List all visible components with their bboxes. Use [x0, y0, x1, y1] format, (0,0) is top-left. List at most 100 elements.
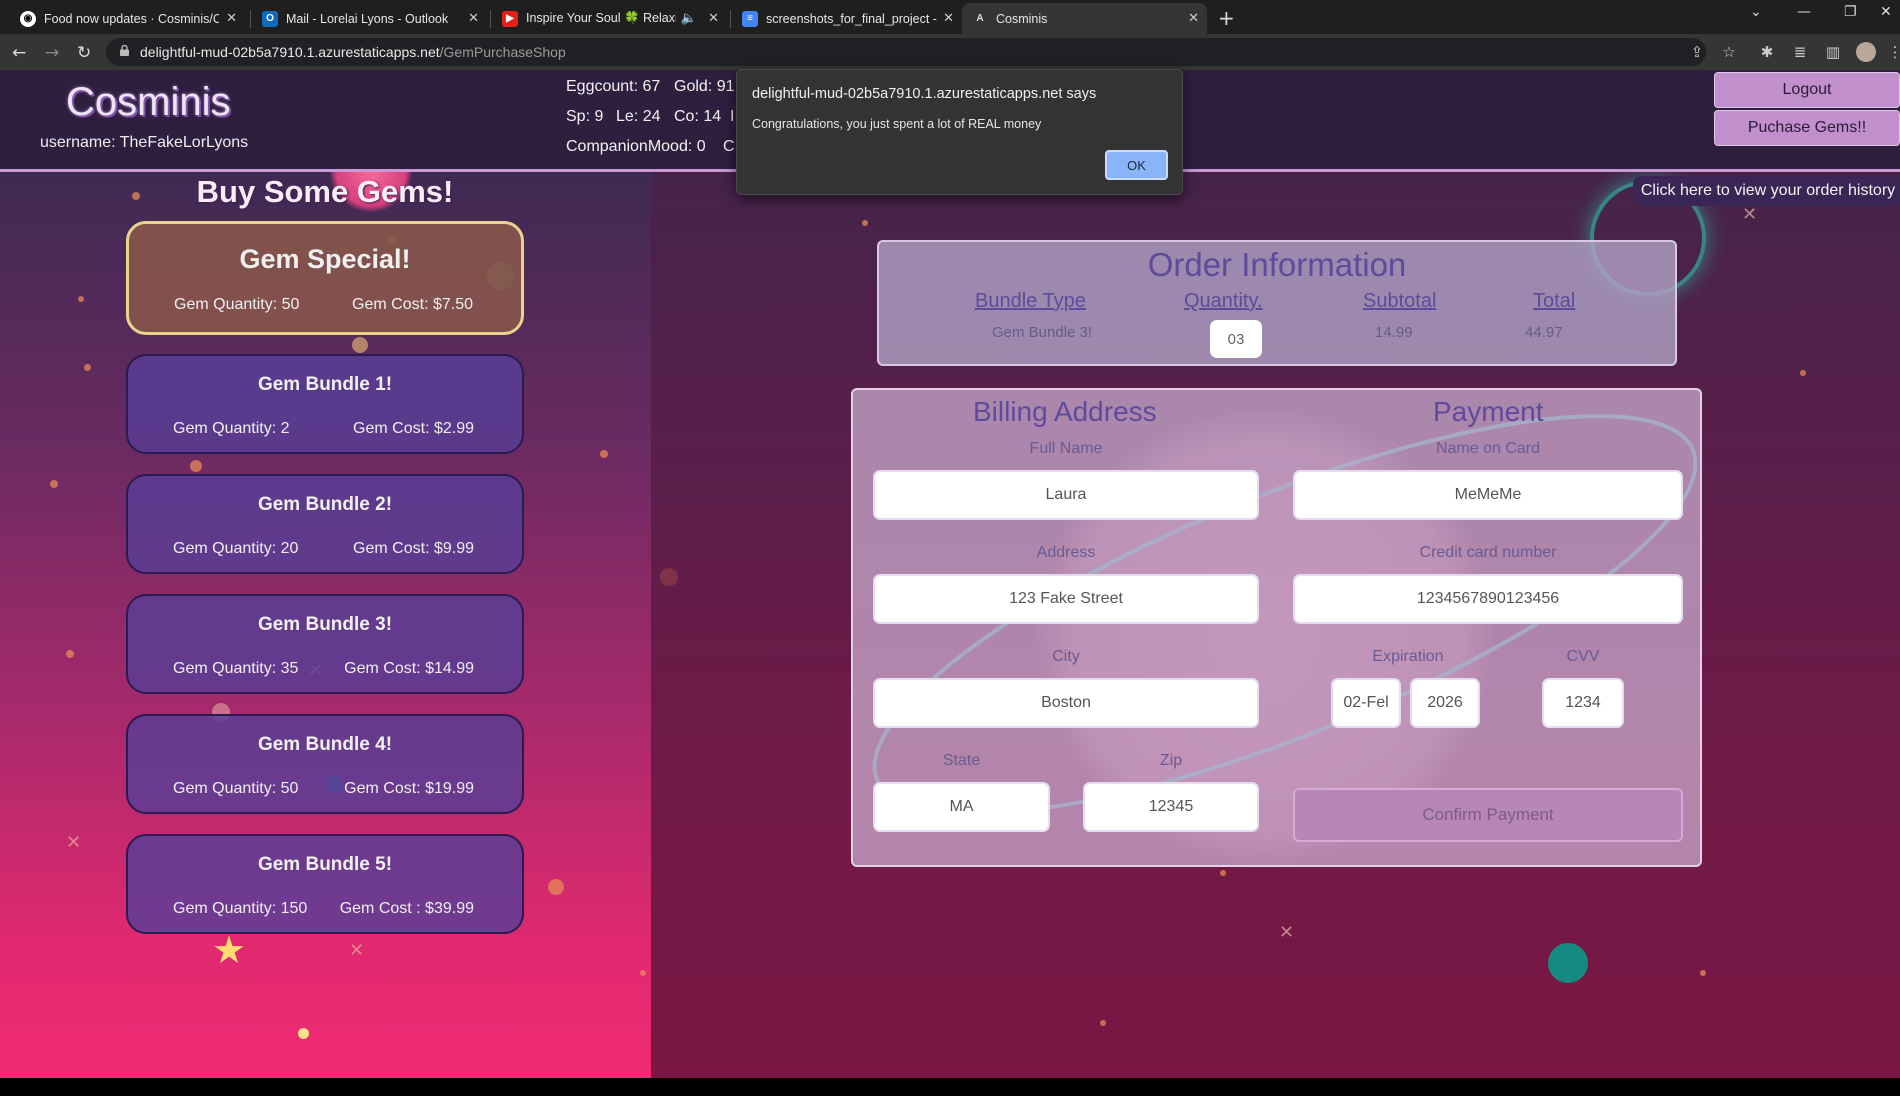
tab-label: screenshots_for_final_project - G [766, 11, 938, 26]
gem-bundle-card[interactable]: Gem Bundle 4! Gem Quantity: 50 Gem Cost:… [126, 714, 524, 814]
billing-title: Billing Address [973, 396, 1157, 427]
close-icon[interactable]: ✕ [708, 10, 719, 26]
dialog-message: Congratulations, you just spent a lot of… [752, 117, 1042, 131]
full-name-input[interactable]: Laura [873, 470, 1259, 520]
tab-label: Cosminis [996, 11, 1048, 26]
confirm-payment-button[interactable]: Confirm Payment [1293, 788, 1683, 842]
media-icon[interactable]: ≣ [1791, 43, 1809, 61]
quantity-header: Quantity. [1184, 290, 1263, 312]
restore-icon[interactable]: ❐ [1844, 4, 1857, 20]
close-icon[interactable]: ✕ [943, 10, 954, 26]
gem-card-name: Gem Bundle 4! [257, 734, 393, 755]
gold-stat: Gold: 91 [674, 78, 735, 95]
gem-card-name: Gem Special! [239, 244, 411, 274]
username-label: username: TheFakeLorLyons [40, 134, 249, 151]
forward-icon[interactable]: → [45, 43, 59, 63]
side-panel-icon[interactable]: ▥ [1824, 43, 1842, 61]
card-number-input[interactable]: 1234567890123456 [1293, 574, 1683, 624]
cvv-input[interactable]: 1234 [1542, 678, 1624, 728]
bookmark-star-icon[interactable]: ☆ [1720, 43, 1738, 61]
billing-payment-form: Billing Address Payment Full Name Laura … [851, 388, 1702, 867]
lock-icon[interactable] [120, 45, 129, 56]
name-on-card-input[interactable]: MeMeMe [1293, 470, 1683, 520]
gem-card-cost: Gem Cost: $2.99 [353, 420, 474, 437]
bundle-type-header: Bundle Type [975, 290, 1086, 312]
app-icon: A [976, 13, 984, 24]
expiration-year-input[interactable]: 2026 [1410, 678, 1480, 728]
total-header: Total [1533, 290, 1576, 312]
order-information-panel: Order Information Bundle Type Quantity. … [877, 240, 1677, 366]
co-stat: Co: 14 [674, 108, 722, 125]
cvv-label: CVV [1566, 648, 1600, 665]
minimize-icon[interactable]: — [1797, 4, 1811, 20]
speaker-icon[interactable]: 🔈 [681, 10, 697, 26]
logout-button[interactable]: Logout [1714, 72, 1900, 108]
tab-search-icon[interactable]: ⌄ [1750, 4, 1762, 20]
expiration-label: Expiration [1372, 648, 1444, 665]
gem-card-quantity: Gem Quantity: 2 [173, 420, 290, 437]
city-label: City [1052, 648, 1080, 665]
url-text[interactable]: delightful-mud-02b5a7910.1.azurestaticap… [140, 44, 566, 60]
menu-icon[interactable]: ⋮ [1886, 43, 1900, 61]
gem-card-name: Gem Bundle 2! [257, 494, 393, 515]
gem-bundle-card[interactable]: Gem Bundle 1! Gem Quantity: 2 Gem Cost: … [126, 354, 524, 454]
address-bar: ← → ↻ delightful-mud-02b5a7910.1.azurest… [0, 34, 1900, 70]
name-on-card-label: Name on Card [1435, 440, 1541, 457]
alert-dialog: delightful-mud-02b5a7910.1.azurestaticap… [736, 69, 1183, 195]
gem-bundle-card[interactable]: Gem Bundle 2! Gem Quantity: 20 Gem Cost:… [126, 474, 524, 574]
purchase-gems-button[interactable]: Puchase Gems!! [1714, 110, 1900, 146]
le-stat: Le: 24 [616, 108, 661, 125]
gem-card-cost: Gem Cost: $9.99 [353, 540, 474, 557]
share-icon[interactable]: ⇪ [1688, 43, 1706, 61]
gem-special-card[interactable]: Gem Special! Gem Quantity: 50 Gem Cost: … [126, 221, 524, 335]
gem-bundle-card[interactable]: Gem Bundle 5! Gem Quantity: 150 Gem Cost… [126, 834, 524, 934]
tab-label: Food now updates · Cosminis/Co [44, 11, 219, 26]
new-tab-icon[interactable]: + [1218, 6, 1235, 30]
profile-avatar[interactable] [1856, 42, 1876, 62]
gem-bundle-card[interactable]: Gem Bundle 3! Gem Quantity: 35 Gem Cost:… [126, 594, 524, 694]
browser-tab[interactable]: ▶ Inspire Your Soul 🍀 Relaxin 🔈 ✕ [492, 3, 727, 34]
back-icon[interactable]: ← [12, 43, 26, 63]
payment-title: Payment [1433, 396, 1544, 427]
subtotal-value: 14.99 [1375, 324, 1413, 341]
site-logo[interactable]: Cosminis [66, 80, 230, 125]
extensions-icon[interactable]: ✱ [1758, 43, 1776, 61]
close-icon[interactable]: ✕ [1188, 10, 1199, 26]
gem-card-name: Gem Bundle 1! [257, 374, 393, 395]
window-close-icon[interactable]: ✕ [1880, 4, 1892, 20]
quantity-input[interactable]: 03 [1210, 320, 1262, 358]
expiration-month-input[interactable]: 02-Fel [1331, 678, 1401, 728]
reload-icon[interactable]: ↻ [77, 43, 91, 63]
companion-mood-stat: CompanionMood: 0 [566, 138, 706, 155]
close-icon[interactable]: ✕ [226, 10, 237, 26]
state-input[interactable]: MA [873, 782, 1050, 832]
browser-tab[interactable]: ≡ screenshots_for_final_project - G ✕ [732, 3, 962, 34]
address-input[interactable]: 123 Fake Street [873, 574, 1259, 624]
zip-input[interactable]: 12345 [1083, 782, 1259, 832]
order-title: Order Information [1147, 246, 1407, 283]
bundle-type-value: Gem Bundle 3! [992, 324, 1093, 341]
gem-card-name: Gem Bundle 5! [257, 854, 393, 875]
dialog-ok-button[interactable]: OK [1105, 150, 1168, 180]
card-number-label: Credit card number [1419, 544, 1557, 561]
stat-truncated: C [723, 138, 735, 155]
star-shape-icon: ★ [212, 928, 247, 972]
gem-card-quantity: Gem Quantity: 20 [173, 540, 299, 557]
dialog-title: delightful-mud-02b5a7910.1.azurestaticap… [752, 86, 1097, 102]
close-icon[interactable]: ✕ [468, 10, 479, 26]
browser-tab-bar: ◉ Food now updates · Cosminis/Co ✕ O Mai… [0, 0, 1900, 34]
docs-icon: ≡ [742, 10, 758, 27]
city-input[interactable]: Boston [873, 678, 1259, 728]
taskbar-strip [0, 1078, 1900, 1096]
gem-card-cost: Gem Cost : $39.99 [339, 900, 474, 917]
zip-label: Zip [1159, 752, 1183, 769]
tab-label: Inspire Your Soul 🍀 Relaxin [526, 11, 676, 25]
state-label: State [942, 752, 981, 769]
browser-tab[interactable]: ◉ Food now updates · Cosminis/Co ✕ [10, 3, 245, 34]
eggcount-stat: Eggcount: 67 [566, 78, 661, 95]
browser-tab[interactable]: O Mail - Lorelai Lyons - Outlook ✕ [252, 3, 487, 34]
tab-label: Mail - Lorelai Lyons - Outlook [286, 11, 449, 26]
browser-tab-active[interactable]: A Cosminis ✕ [962, 3, 1207, 34]
gem-card-cost: Gem Cost: $7.50 [352, 296, 473, 313]
order-history-button[interactable]: Click here to view your order history [1633, 176, 1900, 206]
